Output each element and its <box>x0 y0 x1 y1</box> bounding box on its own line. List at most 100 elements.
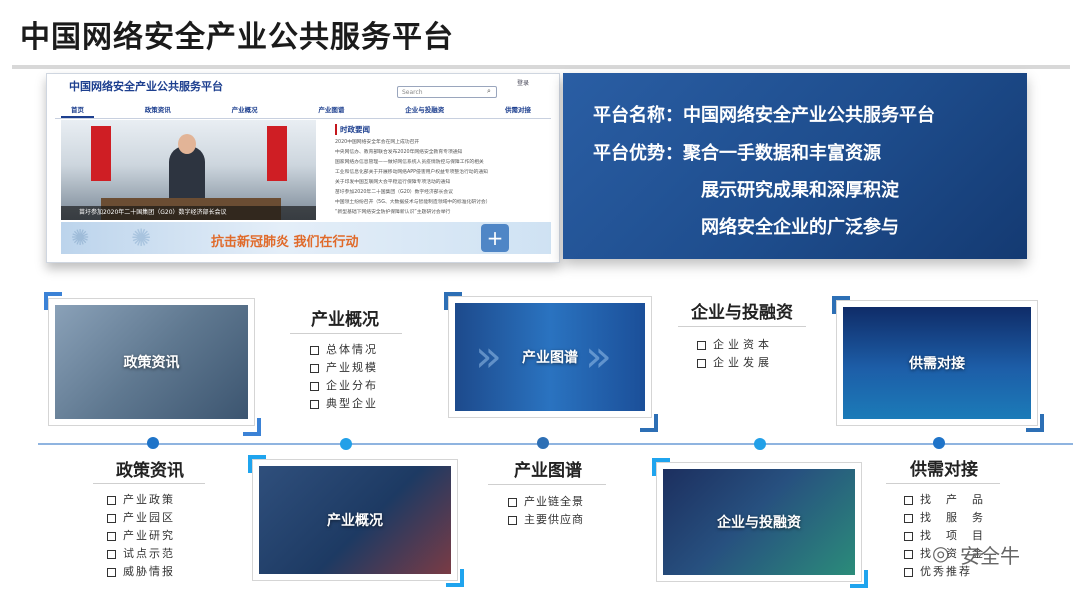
corner-bracket <box>446 569 464 587</box>
website-title: 中国网络安全产业公共服务平台 <box>69 80 223 93</box>
block-map-item[interactable]: 主要供应商 <box>508 511 584 527</box>
block-overview-item[interactable]: 总体情况 <box>310 341 378 357</box>
nav-map[interactable]: 产业图谱 <box>308 104 354 118</box>
checkbox-icon <box>904 513 913 523</box>
checkbox-icon <box>310 345 319 355</box>
news-item[interactable]: 关于印发中国互联网大会平稳运行保障专项活动的通知 <box>335 178 545 188</box>
corner-bracket <box>640 414 658 432</box>
block-overview-item[interactable]: 典型企业 <box>310 395 378 411</box>
block-map-item[interactable]: 产业链全景 <box>508 493 584 509</box>
card-policy[interactable]: 政策资讯 <box>48 298 255 426</box>
news-item[interactable]: “新型基础下网络安全防护保障新认识”主题研讨会举行 <box>335 208 545 218</box>
timeline-dot <box>933 437 945 449</box>
person-head <box>178 134 196 154</box>
checkbox-icon <box>107 531 116 541</box>
checkbox-icon <box>904 567 913 577</box>
checkbox-icon <box>904 549 913 559</box>
photo-caption: 苗圩参加2020年二十国集团（G20）数字经济部长会议 <box>61 206 316 220</box>
news-item[interactable]: 中央网信办、教育部联合发布2020年网络安全教育专项通知 <box>335 148 545 158</box>
block-supply-item[interactable]: 找 产 品 <box>904 491 985 507</box>
block-invest-title: 企业与投融资 <box>691 303 793 323</box>
title-divider <box>12 65 1070 69</box>
nav-overview[interactable]: 产业概况 <box>222 104 268 118</box>
virus-icon: ✺ <box>131 224 152 252</box>
timeline-dot <box>147 437 159 449</box>
card-supply-image: 供需对接 <box>843 307 1031 419</box>
block-overview-item[interactable]: 产业规模 <box>310 359 378 375</box>
flag-right <box>267 126 287 181</box>
block-overview-item[interactable]: 企业分布 <box>310 377 378 393</box>
checkbox-icon <box>697 358 706 368</box>
card-map-label: 产业图谱 <box>522 350 578 366</box>
block-invest-item[interactable]: 企业资本 <box>697 336 773 352</box>
block-policy-item[interactable]: 试点示范 <box>107 545 175 561</box>
block-divider <box>886 483 1000 484</box>
nav-home[interactable]: 首页 <box>61 104 94 118</box>
checkbox-icon <box>107 549 116 559</box>
card-overview[interactable]: 产业概况 <box>252 459 458 581</box>
checkbox-icon <box>904 495 913 505</box>
search-input[interactable]: Search <box>397 86 497 98</box>
covid-banner[interactable]: ✺ ✺ 抗击新冠肺炎 我们在行动 + <box>61 222 551 254</box>
platform-adv-value: 展示研究成果和深厚积淀 <box>701 180 899 201</box>
block-invest-item[interactable]: 企业发展 <box>697 354 773 370</box>
block-supply-item[interactable]: 找 服 务 <box>904 509 985 525</box>
corner-bracket <box>832 296 850 314</box>
news-item[interactable]: 2020中国网络安全年会在网上成功召开 <box>335 138 545 148</box>
checkbox-icon <box>310 363 319 373</box>
card-invest-image: 企业与投融资 <box>663 469 855 575</box>
card-policy-image: 政策资讯 <box>55 305 248 419</box>
corner-bracket <box>1026 414 1044 432</box>
block-policy-item[interactable]: 威胁情报 <box>107 563 175 579</box>
card-invest-label: 企业与投融资 <box>717 515 801 531</box>
news-item[interactable]: 工业和信息化部关于开展移动网络APP侵害用户权益专项整治行动的通知 <box>335 168 545 178</box>
block-policy-item[interactable]: 产业园区 <box>107 509 175 525</box>
news-photo[interactable]: 苗圩参加2020年二十国集团（G20）数字经济部长会议 <box>61 120 316 220</box>
nav-supply[interactable]: 供需对接 <box>495 104 541 118</box>
platform-adv-value: 网络安全企业的广泛参与 <box>701 217 899 238</box>
checkbox-icon <box>310 399 319 409</box>
banner-text: 抗击新冠肺炎 我们在行动 <box>211 235 359 250</box>
block-map-title: 产业图谱 <box>514 461 582 481</box>
block-overview-title: 产业概况 <box>311 310 379 330</box>
platform-adv-value: 聚合一手数据和丰富资源 <box>683 143 881 164</box>
nav-policy[interactable]: 政策资讯 <box>135 104 181 118</box>
news-item[interactable]: 中国领土纷纷召开（5G、大数据技术与智能制造领域中的标准化研讨会） <box>335 198 545 208</box>
checkbox-icon <box>508 515 517 525</box>
page-title: 中国网络安全产业公共服务平台 <box>20 20 454 55</box>
corner-bracket <box>652 458 670 476</box>
block-policy-item[interactable]: 产业政策 <box>107 491 175 507</box>
news-item[interactable]: 国家网络办信息管理——做好网信系统人员疫情防控与保障工作的相关 <box>335 158 545 168</box>
checkbox-icon <box>904 531 913 541</box>
card-supply-label: 供需对接 <box>909 356 965 372</box>
block-supply-title: 供需对接 <box>910 460 978 480</box>
login-link[interactable]: 登录 <box>517 78 529 87</box>
nav-invest[interactable]: 企业与投融资 <box>395 104 454 118</box>
card-map[interactable]: » » 产业图谱 <box>448 296 652 418</box>
card-supply[interactable]: 供需对接 <box>836 300 1038 426</box>
card-policy-label: 政策资讯 <box>123 355 180 371</box>
timeline-dot <box>537 437 549 449</box>
timeline-line <box>38 443 1073 445</box>
platform-adv-label: 平台优势： <box>593 143 683 164</box>
block-policy-item[interactable]: 产业研究 <box>107 527 175 543</box>
medical-cross-icon: + <box>481 224 509 252</box>
card-overview-image: 产业概况 <box>259 466 451 574</box>
corner-bracket <box>243 418 261 436</box>
checkbox-icon <box>697 340 706 350</box>
timeline-dot <box>340 438 352 450</box>
search-icon[interactable]: ⌕ <box>487 87 491 96</box>
corner-bracket <box>850 570 868 588</box>
news-heading: 时政要闻 <box>335 124 370 135</box>
news-item[interactable]: 苗圩参加2020年二十国集团（G20）数字经济部长会议 <box>335 188 545 198</box>
nav-divider <box>55 118 551 119</box>
watermark-text: 安全牛 <box>960 544 1020 568</box>
checkbox-icon <box>508 497 517 507</box>
virus-icon: ✺ <box>71 226 90 251</box>
platform-name-row: 平台名称：中国网络安全产业公共服务平台 <box>593 101 935 127</box>
card-invest[interactable]: 企业与投融资 <box>656 462 862 582</box>
card-map-image: » » 产业图谱 <box>455 303 645 411</box>
website-nav: 首页 政策资讯 产业概况 产业图谱 企业与投融资 供需对接 <box>61 104 541 118</box>
corner-bracket <box>444 292 462 310</box>
news-list: 2020中国网络安全年会在网上成功召开 中央网信办、教育部联合发布2020年网络… <box>335 138 545 218</box>
